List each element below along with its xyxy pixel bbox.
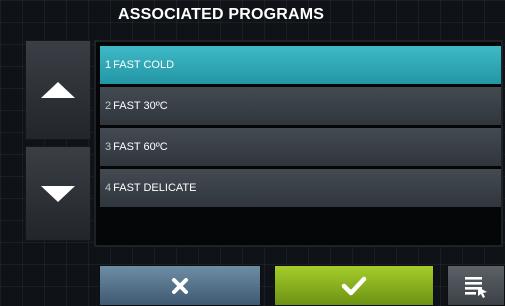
scroll-down-button[interactable] — [25, 146, 91, 241]
program-number: 4 — [105, 182, 112, 194]
x-icon — [172, 277, 188, 294]
menu-button[interactable] — [447, 265, 505, 306]
list-cursor-icon — [465, 276, 487, 298]
program-list: 1 FAST COLD 2 FAST 30ºC 3 FAST 60ºC 4 FA… — [94, 40, 503, 247]
program-number: 2 — [105, 100, 112, 112]
checkmark-icon — [341, 276, 367, 295]
program-name: FAST DELICATE — [113, 182, 197, 194]
triangle-down-icon — [41, 185, 75, 202]
program-list-item[interactable]: 3 FAST 60ºC — [100, 128, 501, 166]
program-name: FAST COLD — [113, 59, 175, 71]
program-name: FAST 30ºC — [113, 100, 168, 112]
page-title: ASSOCIATED PROGRAMS — [118, 6, 325, 23]
confirm-button[interactable] — [274, 265, 434, 306]
program-list-item[interactable]: 4 FAST DELICATE — [100, 169, 501, 207]
program-list-item[interactable]: 2 FAST 30ºC — [100, 87, 501, 125]
triangle-up-icon — [41, 82, 75, 98]
cancel-button[interactable] — [99, 265, 261, 306]
program-number: 1 — [105, 59, 112, 71]
program-list-item[interactable]: 1 FAST COLD — [100, 46, 501, 84]
program-name: FAST 60ºC — [113, 141, 168, 153]
program-number: 3 — [105, 141, 112, 153]
scroll-up-button[interactable] — [25, 40, 91, 140]
